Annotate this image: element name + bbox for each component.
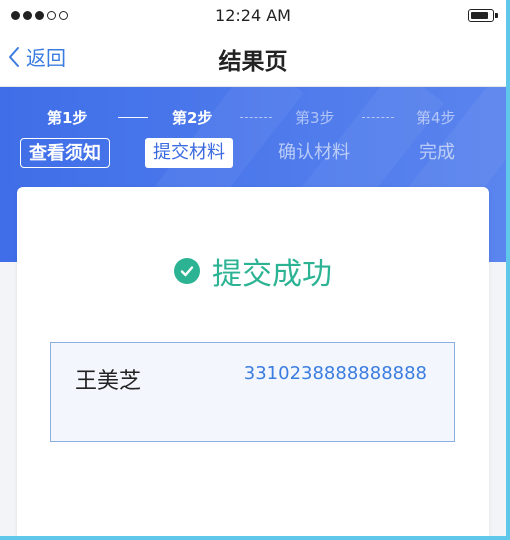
step-connector	[240, 117, 272, 118]
success-banner: 提交成功	[17, 249, 489, 293]
step-connector	[362, 117, 394, 118]
step-3-number: 第3步	[295, 109, 335, 127]
result-card: 提交成功 王美芝 3310238888888888	[17, 187, 489, 536]
applicant-name: 王美芝	[75, 369, 142, 394]
success-message: 提交成功	[212, 257, 332, 292]
navigation-bar: 返回 结果页	[0, 32, 506, 87]
status-time: 12:24 AM	[215, 6, 291, 25]
step-2-number: 第2步	[172, 109, 213, 127]
step-numbers: 第1步 第2步 第3步 第4步	[0, 107, 506, 131]
step-connector	[118, 117, 148, 118]
phone-frame: 12:24 AM 返回 结果页 第1步 第2步 第3步 第4步 查看须知 提交材…	[0, 0, 510, 540]
step-4-label[interactable]: 完成	[411, 138, 463, 168]
step-labels: 查看须知 提交材料 确认材料 完成	[0, 138, 506, 172]
status-bar: 12:24 AM	[0, 0, 506, 32]
applicant-info-box: 王美芝 3310238888888888	[50, 342, 455, 442]
step-1-number: 第1步	[47, 109, 88, 127]
check-circle-icon	[174, 258, 200, 284]
step-1-label[interactable]: 查看须知	[20, 138, 110, 168]
battery-icon	[468, 9, 498, 22]
step-4-number: 第4步	[416, 109, 456, 127]
step-2-label[interactable]: 提交材料	[145, 138, 233, 168]
step-3-label[interactable]: 确认材料	[270, 138, 358, 168]
page-title: 结果页	[218, 49, 288, 75]
applicant-id-number: 3310238888888888	[243, 363, 427, 384]
